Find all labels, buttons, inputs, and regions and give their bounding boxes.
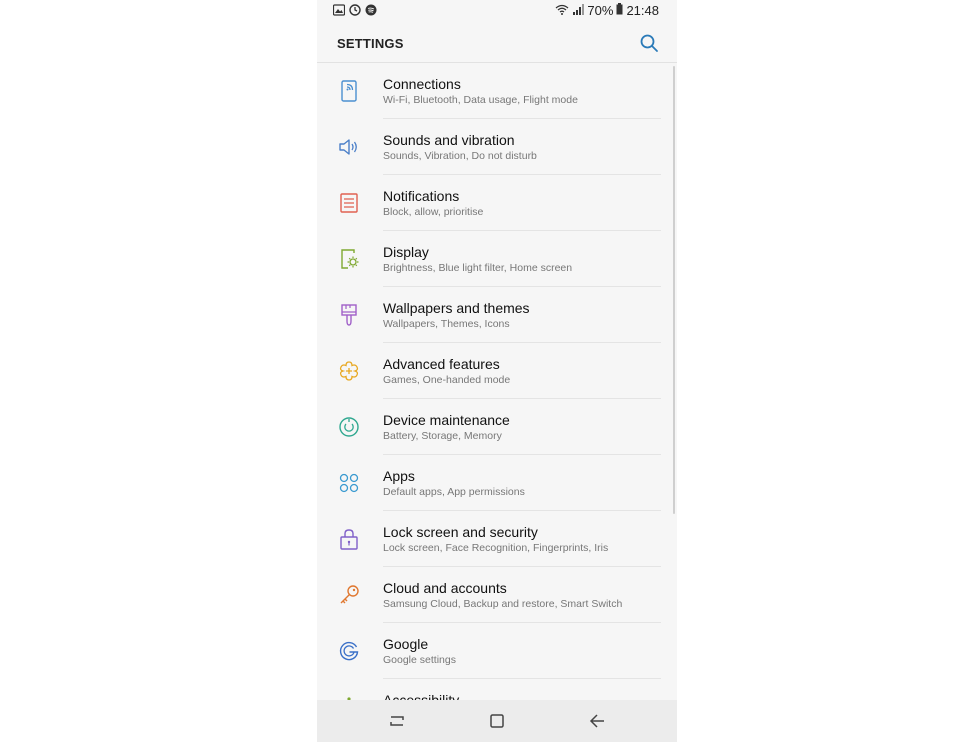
key-icon	[337, 583, 361, 607]
clock-time: 21:48	[626, 3, 659, 18]
settings-item-subtitle: Games, One-handed mode	[383, 374, 511, 386]
phone-screen: 70% 21:48 SETTINGS Connections Wi-Fi, Bl…	[317, 0, 677, 742]
settings-item-title: Google	[383, 636, 429, 652]
settings-item-subtitle: Samsung Cloud, Backup and restore, Smart…	[383, 598, 623, 610]
gallery-icon	[332, 4, 346, 16]
notifications-icon	[337, 191, 361, 215]
status-bar: 70% 21:48	[317, 0, 677, 22]
settings-item-subtitle: Wi-Fi, Bluetooth, Data usage, Flight mod…	[383, 94, 578, 106]
maintenance-icon	[337, 415, 361, 439]
settings-item-title: Advanced features	[383, 356, 500, 372]
settings-item-connections[interactable]: Connections Wi-Fi, Bluetooth, Data usage…	[317, 63, 677, 119]
google-icon	[337, 639, 361, 663]
settings-item-accessibility[interactable]: Accessibility	[317, 679, 677, 700]
clock-icon	[349, 4, 361, 16]
wifi-icon	[555, 3, 569, 18]
settings-item-advanced-features[interactable]: Advanced features Games, One-handed mode	[317, 343, 677, 399]
settings-item-subtitle: Wallpapers, Themes, Icons	[383, 318, 510, 330]
advanced-features-icon	[337, 359, 361, 383]
navigation-bar	[317, 700, 677, 742]
settings-item-subtitle: Block, allow, prioritise	[383, 206, 484, 218]
settings-item-device-maintenance[interactable]: Device maintenance Battery, Storage, Mem…	[317, 399, 677, 455]
settings-item-title: Notifications	[383, 188, 460, 204]
notification-icons	[332, 4, 377, 16]
battery-percent: 70%	[587, 3, 614, 18]
settings-item-subtitle: Google settings	[383, 654, 456, 666]
back-icon[interactable]	[587, 711, 607, 731]
brush-icon	[337, 303, 361, 327]
home-icon[interactable]	[487, 711, 507, 731]
settings-item-title: Apps	[383, 468, 415, 484]
page-title: SETTINGS	[337, 36, 404, 51]
settings-item-title: Cloud and accounts	[383, 580, 507, 596]
settings-item-title: Sounds and vibration	[383, 132, 515, 148]
signal-icon	[572, 3, 585, 18]
lock-icon	[337, 527, 361, 551]
settings-list: Connections Wi-Fi, Bluetooth, Data usage…	[317, 63, 677, 700]
settings-item-sounds[interactable]: Sounds and vibration Sounds, Vibration, …	[317, 119, 677, 175]
settings-item-notifications[interactable]: Notifications Block, allow, prioritise	[317, 175, 677, 231]
settings-header: SETTINGS	[317, 22, 677, 62]
connections-icon	[337, 79, 361, 103]
spotify-icon	[365, 4, 377, 16]
search-icon[interactable]	[639, 33, 659, 53]
settings-item-apps[interactable]: Apps Default apps, App permissions	[317, 455, 677, 511]
settings-item-title: Lock screen and security	[383, 524, 538, 540]
status-right: 70% 21:48	[555, 3, 659, 18]
display-icon	[337, 247, 361, 271]
settings-item-cloud-accounts[interactable]: Cloud and accounts Samsung Cloud, Backup…	[317, 567, 677, 623]
settings-item-title: Wallpapers and themes	[383, 300, 530, 316]
battery-icon	[616, 3, 623, 18]
settings-item-subtitle: Sounds, Vibration, Do not disturb	[383, 150, 537, 162]
settings-item-title: Device maintenance	[383, 412, 510, 428]
scrollbar[interactable]	[673, 66, 675, 514]
settings-item-subtitle: Brightness, Blue light filter, Home scre…	[383, 262, 573, 274]
settings-item-title: Display	[383, 244, 429, 260]
recents-icon[interactable]	[387, 711, 407, 731]
settings-item-display[interactable]: Display Brightness, Blue light filter, H…	[317, 231, 677, 287]
settings-item-title: Accessibility	[383, 692, 460, 700]
speaker-icon	[337, 135, 361, 159]
settings-item-title: Connections	[383, 76, 461, 92]
settings-item-google[interactable]: Google Google settings	[317, 623, 677, 679]
settings-item-subtitle: Lock screen, Face Recognition, Fingerpri…	[383, 542, 609, 554]
settings-item-lock-screen[interactable]: Lock screen and security Lock screen, Fa…	[317, 511, 677, 567]
settings-item-wallpapers[interactable]: Wallpapers and themes Wallpapers, Themes…	[317, 287, 677, 343]
apps-icon	[337, 471, 361, 495]
settings-item-subtitle: Default apps, App permissions	[383, 486, 525, 498]
settings-item-subtitle: Battery, Storage, Memory	[383, 430, 502, 442]
